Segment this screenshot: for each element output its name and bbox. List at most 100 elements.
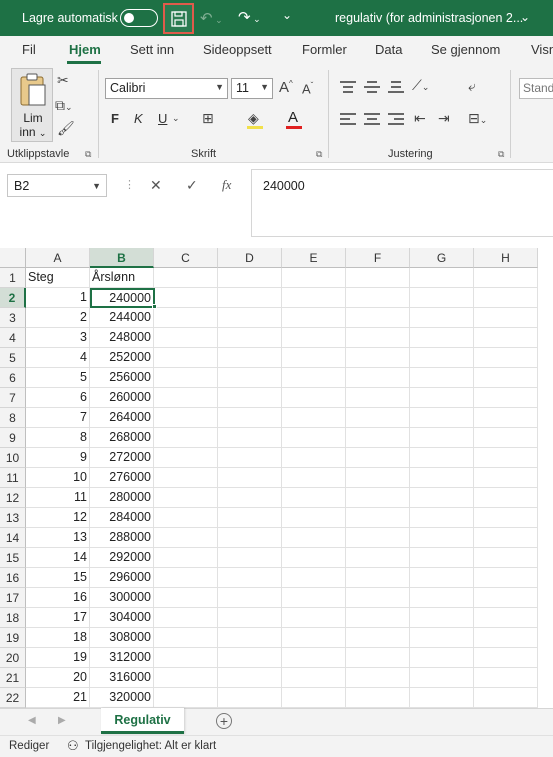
customize-toolbar-icon[interactable]: ⌄ [282,8,292,22]
column-header-h[interactable]: H [474,248,538,268]
cell[interactable] [410,548,474,568]
cell[interactable] [410,488,474,508]
cell[interactable] [154,568,218,588]
font-launcher-icon[interactable]: ⧉ [316,149,322,160]
cell[interactable] [474,588,538,608]
cell[interactable] [282,508,346,528]
cell[interactable] [154,308,218,328]
cell[interactable]: 276000 [90,468,154,488]
align-middle-icon[interactable] [364,80,380,94]
cell[interactable] [346,588,410,608]
cell[interactable] [346,448,410,468]
cell[interactable]: 252000 [90,348,154,368]
cell[interactable] [154,508,218,528]
cell[interactable]: 284000 [90,508,154,528]
cell[interactable] [282,608,346,628]
cell[interactable] [474,628,538,648]
cell[interactable] [346,368,410,388]
cell[interactable] [346,428,410,448]
cell[interactable]: 288000 [90,528,154,548]
row-header[interactable]: 9 [0,428,26,448]
cell[interactable] [410,388,474,408]
cell[interactable]: 1 [26,288,90,308]
cell[interactable] [474,428,538,448]
cell[interactable] [346,608,410,628]
borders-icon[interactable]: ⊞ [202,110,214,127]
scroll-right-icon[interactable]: ▶ [58,715,66,726]
cell[interactable]: 272000 [90,448,154,468]
cell[interactable] [474,668,538,688]
cell[interactable]: 268000 [90,428,154,448]
cell[interactable] [218,528,282,548]
cell[interactable]: 21 [26,688,90,708]
cell[interactable] [154,548,218,568]
cell[interactable] [282,488,346,508]
cell[interactable] [218,428,282,448]
number-format-select[interactable]: Stand [519,78,553,99]
cell[interactable] [282,388,346,408]
cell[interactable] [474,328,538,348]
cell[interactable] [218,668,282,688]
cell[interactable] [410,308,474,328]
cell[interactable] [154,388,218,408]
cell[interactable] [218,288,282,308]
cell[interactable]: 308000 [90,628,154,648]
tab-view[interactable]: Visn [531,42,553,57]
cell[interactable]: 7 [26,408,90,428]
chevron-down-icon[interactable]: ⌄ [520,10,530,24]
increase-indent-icon[interactable]: ⇥ [438,110,450,127]
cell[interactable] [474,268,538,288]
font-color-icon[interactable]: A [288,109,298,126]
cell[interactable] [410,468,474,488]
redo-icon[interactable]: ↷ ⌄ [238,8,261,26]
cell[interactable] [282,268,346,288]
tab-formulas[interactable]: Formler [302,42,347,57]
enter-icon[interactable]: ✓ [186,177,198,194]
cell[interactable] [346,408,410,428]
accessibility-icon[interactable]: ⚇ [67,738,79,754]
cell[interactable] [282,528,346,548]
cell[interactable] [154,628,218,648]
align-right-icon[interactable] [388,112,404,126]
column-header-a[interactable]: A [26,248,90,268]
bold-button[interactable]: F [111,111,119,126]
cell[interactable] [346,388,410,408]
cell[interactable]: 296000 [90,568,154,588]
cell[interactable] [154,608,218,628]
cell[interactable] [282,288,346,308]
cell[interactable] [282,588,346,608]
column-header-g[interactable]: G [410,248,474,268]
row-header[interactable]: 16 [0,568,26,588]
cell[interactable] [346,268,410,288]
add-sheet-icon[interactable]: + [216,713,232,729]
cell[interactable] [282,668,346,688]
row-header[interactable]: 3 [0,308,26,328]
cell[interactable]: 292000 [90,548,154,568]
cell[interactable] [474,408,538,428]
cell[interactable] [154,348,218,368]
formula-input[interactable]: 240000 [251,169,553,237]
cell[interactable] [218,408,282,428]
cell[interactable]: 16 [26,588,90,608]
alignment-launcher-icon[interactable]: ⧉ [498,149,504,160]
cancel-icon[interactable]: ✕ [150,177,162,194]
cell[interactable]: 14 [26,548,90,568]
increase-font-icon[interactable]: A^ [279,79,293,96]
cell[interactable]: 15 [26,568,90,588]
underline-button[interactable]: U [158,111,167,126]
row-header[interactable]: 4 [0,328,26,348]
format-painter-icon[interactable]: 🖌 [57,120,75,137]
cell[interactable] [346,508,410,528]
document-title[interactable]: regulativ (for administrasjonen 2... [335,11,523,25]
row-header[interactable]: 14 [0,528,26,548]
cell[interactable] [154,688,218,708]
cell[interactable] [474,508,538,528]
cell[interactable] [410,668,474,688]
cell[interactable] [154,588,218,608]
cell[interactable]: 2 [26,308,90,328]
cell[interactable] [282,448,346,468]
cell[interactable] [282,348,346,368]
row-header[interactable]: 1 [0,268,26,288]
cell[interactable] [410,508,474,528]
cell[interactable] [282,468,346,488]
